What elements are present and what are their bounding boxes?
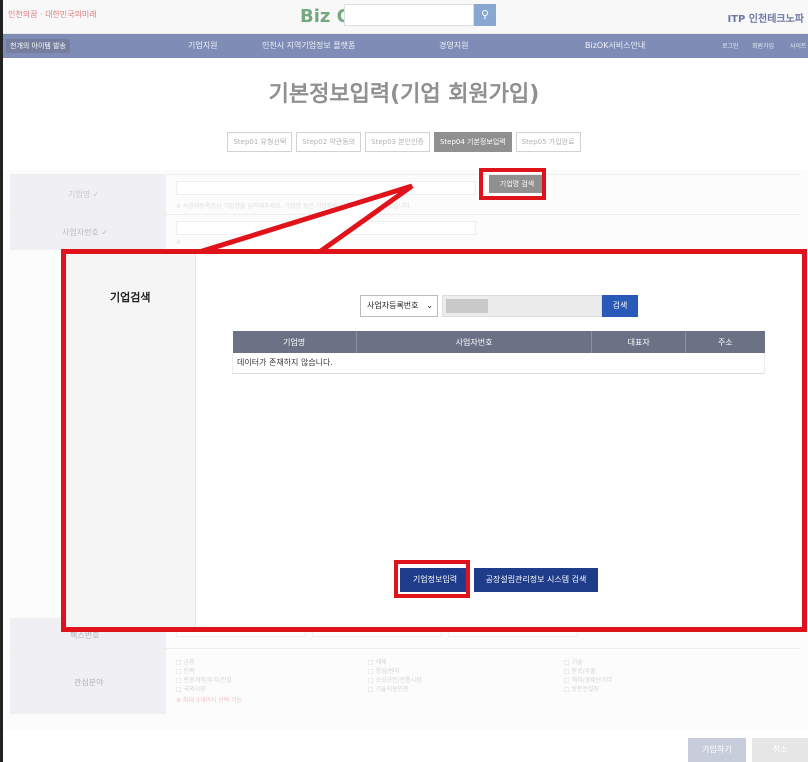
nav-item-support[interactable]: 기업지원 — [188, 40, 217, 51]
site-search-input[interactable] — [344, 4, 474, 26]
form-row-business-number: 사업자번호 ✓ ※ — [10, 214, 800, 250]
company-name-label: 기업명 ✓ — [68, 190, 100, 199]
interest-notice: ※ 최대 3개까지 선택 가능 — [176, 697, 243, 704]
highlight-company-search — [479, 168, 546, 200]
incheon-logo[interactable]: 인천의꿈 · 대한민국의미래 — [8, 9, 97, 20]
interest-label: 관심분야 — [74, 678, 104, 687]
interest-checkbox[interactable]: □ 판로/수출 — [564, 666, 596, 675]
nav-item-management[interactable]: 경영지원 — [439, 40, 468, 51]
company-name-notice: ※ 사업자등록증상 기업명을 입력해주세요. 기업명 등은 기업회원가입이후 변… — [176, 203, 412, 210]
company-name-field[interactable] — [176, 181, 476, 195]
interest-checkbox[interactable]: □ 국외시장 — [176, 684, 206, 693]
nav-special-banner[interactable]: 천개의 아이템 발송 — [6, 39, 70, 53]
business-number-label: 사업자번호 ✓ — [62, 228, 109, 237]
itp-logo[interactable]: ITP 인천테크노파 — [727, 10, 804, 25]
signup-steps: Step01 유형선택 Step02 약관동의 Step03 본인인증 Step… — [0, 132, 808, 152]
interest-checkbox[interactable]: □ 기술지원인증 — [368, 684, 409, 693]
interest-checkbox[interactable]: □ 인력 — [176, 666, 195, 675]
left-edge — [0, 0, 3, 762]
form-row-company-name: 기업명 ✓ ※ 사업자등록증상 기업명을 입력해주세요. 기업명 등은 기업회원… — [10, 174, 800, 214]
page-title: 기본정보입력(기업 회원가입) — [268, 82, 540, 107]
step-5: Step05 가입완료 — [515, 132, 581, 152]
cancel-button[interactable]: 취소 — [752, 738, 808, 762]
step-4-active: Step04 기본정보입력 — [433, 132, 512, 152]
interest-checkbox[interactable]: □ 방문컨설팅 — [564, 684, 599, 693]
interest-checkbox[interactable]: □ 창업/벤처 — [368, 666, 400, 675]
step-2: Step02 약관동의 — [296, 132, 362, 152]
interest-checkbox[interactable]: □ 소상공인/전통시장 — [368, 675, 422, 684]
business-number-field[interactable] — [176, 221, 476, 235]
main-nav: 천개의 아이템 발송 기업지원 인천시 지역기업정보 플랫폼 경영지원 BizO… — [0, 34, 808, 58]
signup-button[interactable]: 가입하기 — [688, 738, 746, 762]
nav-item-service-guide[interactable]: BizOK서비스안내 — [585, 40, 645, 51]
step-3: Step03 본인인증 — [365, 132, 430, 152]
sitemap-link[interactable]: 사이트 — [790, 41, 807, 50]
step-1: Step01 유형선택 — [227, 132, 293, 152]
search-icon[interactable]: ⚲ — [474, 4, 496, 26]
business-number-notice: ※ — [176, 239, 182, 246]
login-link[interactable]: 로그인 — [722, 41, 739, 50]
highlight-enter-button — [394, 560, 470, 598]
signup-link[interactable]: 회원가입 — [752, 41, 774, 50]
nav-item-platform[interactable]: 인천시 지역기업정보 플랫폼 — [262, 40, 355, 51]
interest-checkbox[interactable]: □ 세제 — [368, 657, 387, 666]
interest-checkbox[interactable]: □ 판로개척/투자/컨설 — [176, 675, 232, 684]
interest-checkbox[interactable]: □ 기술 — [564, 657, 583, 666]
form-row-interest: 관심분야 □ 금융 □ 인력 □ 판로개척/투자/컨설 □ 국외시장 □ 세제 … — [10, 648, 800, 714]
interest-checkbox[interactable]: □ 해외/경제단기타 — [564, 675, 612, 684]
top-header: 인천의꿈 · 대한민국의미래 Biz OK ⚲ ITP 인천테크노파 — [0, 0, 808, 34]
interest-checkbox[interactable]: □ 금융 — [176, 657, 195, 666]
